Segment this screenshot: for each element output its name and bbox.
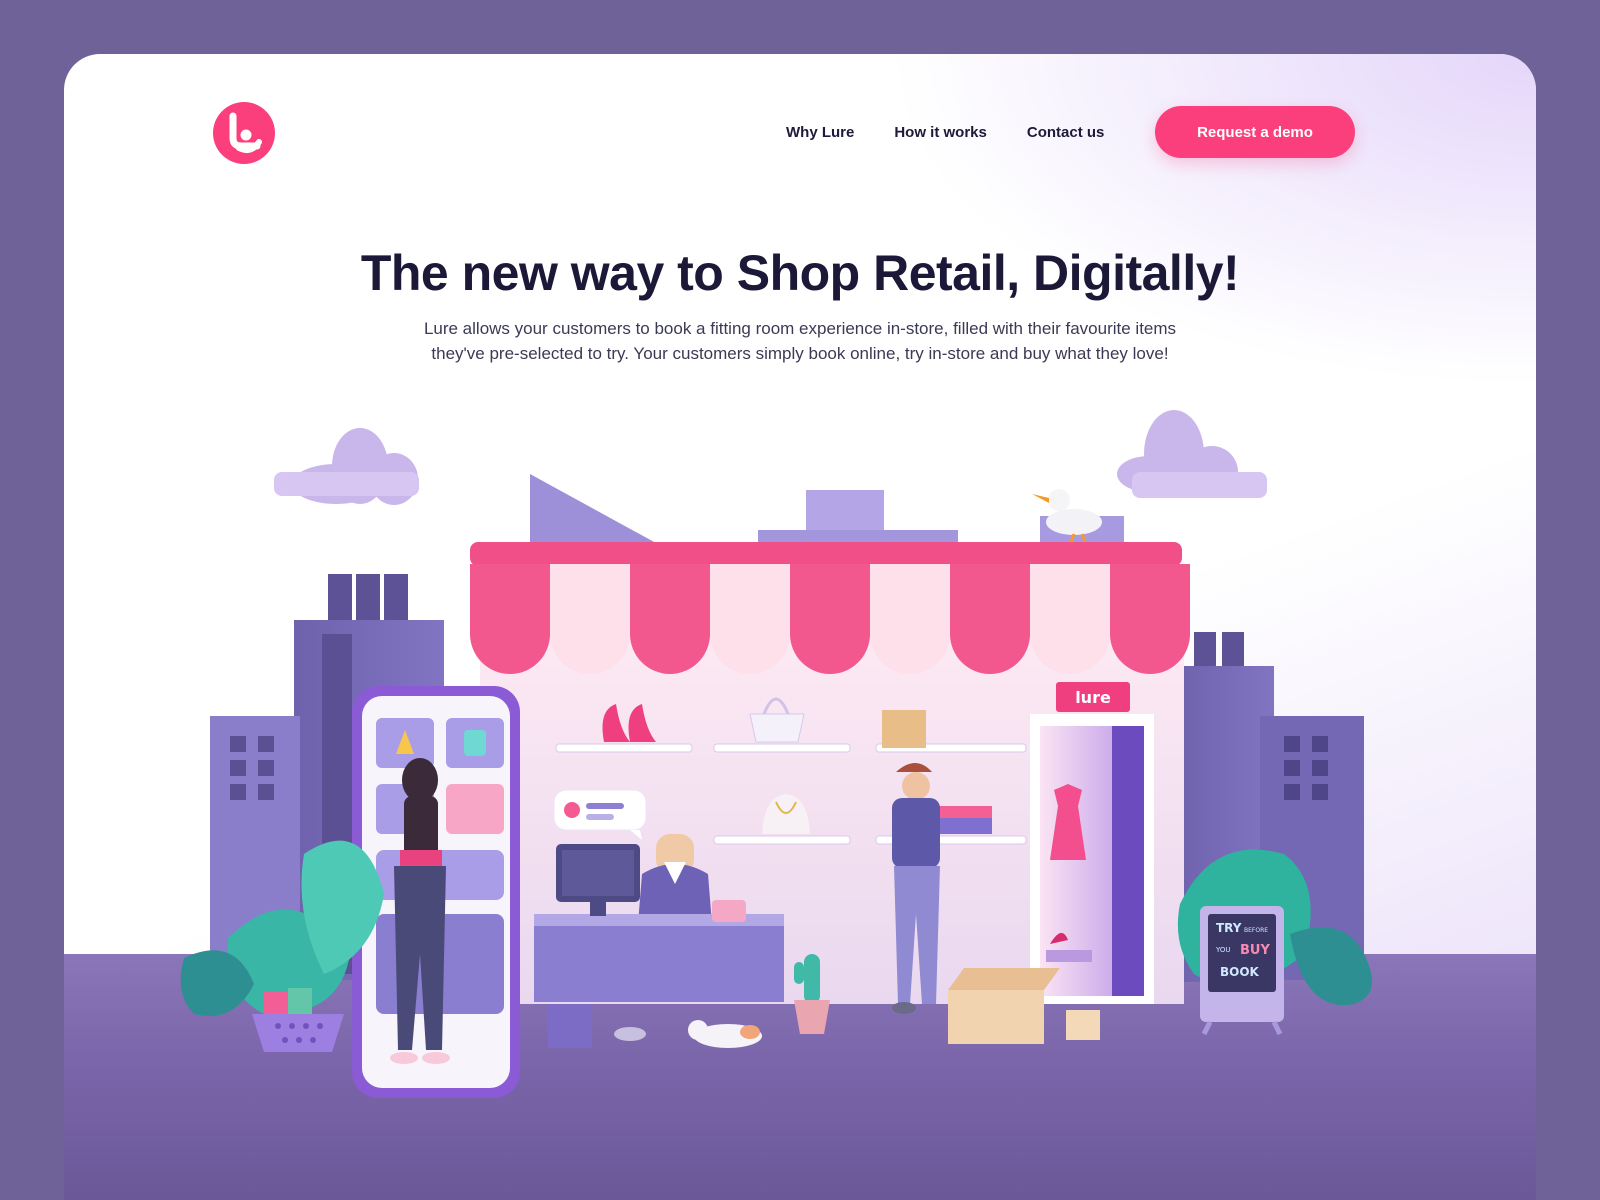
store-awning-icon	[470, 542, 1190, 674]
store-sign: lure	[1056, 682, 1130, 712]
board-line-buy: BUY	[1240, 943, 1270, 958]
store-illustration: lure TRY BEFORE YOU BUY BOOK	[180, 410, 1372, 1098]
chalkboard-sign: TRY BEFORE YOU BUY BOOK	[1200, 906, 1284, 1036]
card-reader	[712, 900, 746, 922]
cloud-icon	[274, 428, 419, 505]
pedestal-block	[548, 1004, 592, 1048]
store-sign-text: lure	[1075, 688, 1111, 707]
shopping-basket-icon	[252, 988, 344, 1052]
pet-bowl	[614, 1027, 646, 1041]
board-line-book: BOOK	[1220, 965, 1260, 979]
board-line-you: YOU	[1215, 946, 1231, 954]
board-line-before: BEFORE	[1244, 927, 1268, 934]
folded-clothes	[932, 818, 992, 834]
fitting-room-icon	[1030, 714, 1154, 1004]
folded-clothes	[936, 806, 992, 818]
board-line-try: TRY	[1216, 921, 1242, 935]
landing-page-card: Why Lure How it works Contact us Request…	[64, 54, 1536, 1200]
cloud-icon	[1117, 410, 1267, 498]
cat-icon	[688, 1020, 762, 1048]
